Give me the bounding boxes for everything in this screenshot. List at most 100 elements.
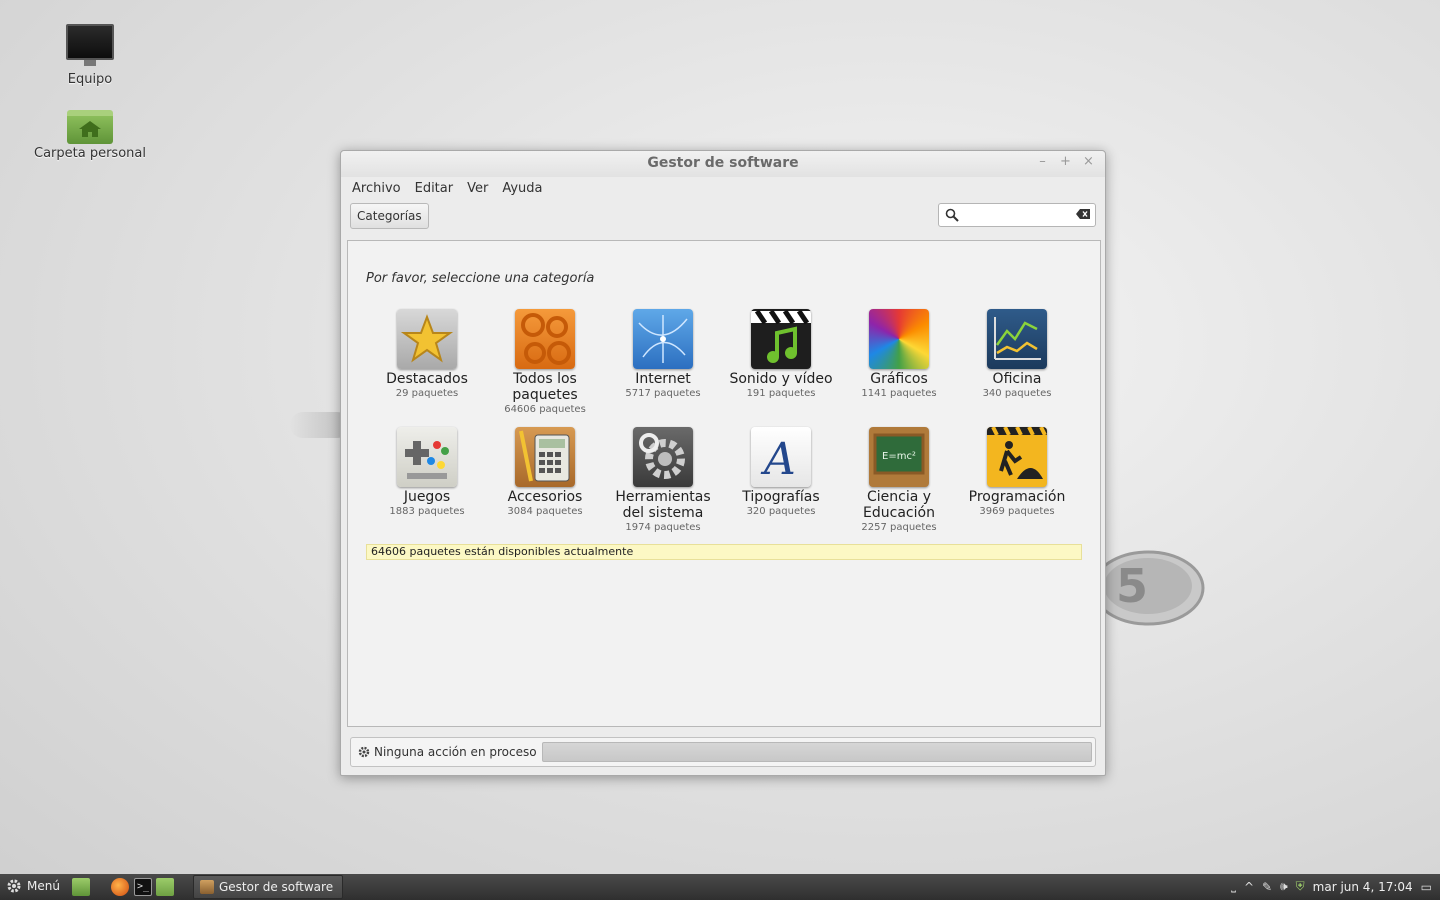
- category-name: Ciencia y Educación: [863, 489, 935, 521]
- clear-search-icon[interactable]: [1075, 208, 1091, 220]
- category-oficina[interactable]: Oficina 340 paquetes: [958, 309, 1076, 401]
- category-count: 3084 paquetes: [507, 506, 583, 517]
- gamepad-icon: [397, 427, 457, 487]
- gear-icon: [358, 746, 370, 758]
- category-destacados[interactable]: Destacados 29 paquetes: [368, 309, 486, 401]
- computer-icon: [66, 24, 114, 66]
- categories-panel: Por favor, seleccione una categoría Dest…: [347, 240, 1101, 727]
- categories-button[interactable]: Categorías: [350, 203, 429, 229]
- category-count: 191 paquetes: [746, 388, 816, 399]
- category-sonido-y-video[interactable]: Sonido y vídeo 191 paquetes: [722, 309, 840, 401]
- search-input[interactable]: [963, 206, 1073, 224]
- category-programacion[interactable]: Programación 3969 paquetes: [958, 427, 1076, 519]
- terminal-icon[interactable]: >_: [134, 878, 152, 896]
- package-icon: [200, 880, 214, 894]
- software-manager-window: Gestor de software – + × Archivo Editar …: [340, 150, 1106, 776]
- category-tipografias[interactable]: A Tipografías 320 paquetes: [722, 427, 840, 519]
- menu-label: Menú: [27, 879, 60, 893]
- taskbar: Menú >_ Gestor de software ⎵ ^ ✎ 🕪 ⛨ mar…: [0, 874, 1440, 900]
- category-name: Programación: [968, 489, 1066, 505]
- firefox-icon[interactable]: [111, 878, 129, 896]
- window-title: Gestor de software: [647, 155, 799, 171]
- category-count: 2257 paquetes: [861, 522, 937, 533]
- search-icon: [945, 208, 959, 222]
- desktop-icon-carpeta-personal[interactable]: Carpeta personal: [30, 104, 150, 161]
- category-name: Juegos: [403, 489, 451, 505]
- menu-ver[interactable]: Ver: [467, 181, 488, 196]
- category-accesorios[interactable]: Accesorios 3084 paquetes: [486, 427, 604, 519]
- close-button[interactable]: ×: [1082, 155, 1095, 169]
- minimize-button[interactable]: –: [1036, 155, 1049, 169]
- category-name: Accesorios: [507, 489, 583, 505]
- category-count: 29 paquetes: [395, 388, 459, 399]
- category-count: 1141 paquetes: [861, 388, 937, 399]
- category-count: 64606 paquetes: [504, 404, 586, 415]
- menu-archivo[interactable]: Archivo: [352, 181, 401, 196]
- files-icon[interactable]: [156, 878, 174, 896]
- taskbar-item-label: Gestor de software: [219, 880, 334, 894]
- category-name: Destacados: [386, 371, 468, 387]
- category-count: 3969 paquetes: [979, 506, 1055, 517]
- maximize-button[interactable]: +: [1059, 155, 1072, 169]
- status-footer: Ninguna acción en proceso: [350, 737, 1096, 767]
- svg-text:5: 5: [1116, 559, 1148, 613]
- calculator-icon: [515, 427, 575, 487]
- construction-icon: [987, 427, 1047, 487]
- menu-ayuda[interactable]: Ayuda: [502, 181, 542, 196]
- svg-text:A: A: [760, 434, 796, 485]
- desktop-icon-label: Equipo: [67, 72, 113, 87]
- category-herramientas-del-sistema[interactable]: Herramientas del sistema 1974 paquetes: [604, 427, 722, 535]
- chalkboard-icon: E=mc²: [869, 427, 929, 487]
- category-name: Sonido y vídeo: [729, 371, 833, 387]
- select-category-prompt: Por favor, seleccione una categoría: [366, 271, 595, 286]
- font-icon: A: [751, 427, 811, 487]
- svg-text:E=mc²: E=mc²: [882, 451, 916, 462]
- menu-editar[interactable]: Editar: [415, 181, 454, 196]
- volume-icon[interactable]: 🕪: [1280, 879, 1288, 894]
- system-gear-icon: [633, 427, 693, 487]
- available-packages-message: 64606 paquetes están disponibles actualm…: [366, 544, 1082, 560]
- chart-icon: [987, 309, 1047, 369]
- category-ciencia-y-educacion[interactable]: E=mc² Ciencia y Educación 2257 paquetes: [840, 427, 958, 535]
- home-folder-icon: [67, 110, 113, 144]
- status-text: Ninguna acción en proceso: [374, 745, 537, 759]
- star-icon: [397, 309, 457, 369]
- desktop-icon-equipo[interactable]: Equipo: [30, 24, 150, 87]
- category-name: Herramientas del sistema: [615, 489, 711, 521]
- category-name: Internet: [635, 371, 691, 387]
- window-titlebar[interactable]: Gestor de software – + ×: [341, 151, 1105, 177]
- category-count: 5717 paquetes: [625, 388, 701, 399]
- category-graficos[interactable]: Gráficos 1141 paquetes: [840, 309, 958, 401]
- network-icon[interactable]: ▭: [1421, 880, 1432, 894]
- search-box[interactable]: [938, 203, 1096, 227]
- category-internet[interactable]: Internet 5717 paquetes: [604, 309, 722, 401]
- clock[interactable]: mar jun 4, 17:04: [1313, 880, 1413, 894]
- category-name: Gráficos: [870, 371, 928, 387]
- menu-button[interactable]: Menú: [6, 878, 60, 894]
- taskbar-item-software-manager[interactable]: Gestor de software: [193, 875, 343, 899]
- category-count: 320 paquetes: [746, 506, 816, 517]
- globe-icon: [633, 309, 693, 369]
- gear-icon: [7, 879, 21, 893]
- desktop-icon-label: Carpeta personal: [34, 146, 146, 161]
- show-desktop-icon[interactable]: [72, 878, 90, 896]
- category-name: Oficina: [992, 371, 1042, 387]
- category-count: 340 paquetes: [982, 388, 1052, 399]
- category-todos-los-paquetes[interactable]: Todos los paquetes 64606 paquetes: [486, 309, 604, 417]
- menubar: Archivo Editar Ver Ayuda: [341, 177, 1105, 199]
- category-count: 1883 paquetes: [389, 506, 465, 517]
- keyboard-icon[interactable]: ⎵: [1231, 879, 1236, 894]
- shield-icon[interactable]: ⛨: [1296, 879, 1305, 894]
- color-wheel-icon: [869, 309, 929, 369]
- category-name: Todos los paquetes: [512, 371, 578, 403]
- chevron-up-icon[interactable]: ^: [1244, 880, 1254, 894]
- pen-icon[interactable]: ✎: [1262, 880, 1272, 894]
- progress-bar: [542, 742, 1092, 762]
- category-name: Tipografías: [742, 489, 820, 505]
- category-juegos[interactable]: Juegos 1883 paquetes: [368, 427, 486, 519]
- category-count: 1974 paquetes: [625, 522, 701, 533]
- toolbar: Categorías: [341, 199, 1105, 235]
- clapperboard-icon: [751, 309, 811, 369]
- mint-15-logo: 5: [1098, 550, 1205, 626]
- system-tray: ⎵ ^ ✎ 🕪 ⛨ mar jun 4, 17:04 ▭: [1231, 879, 1432, 894]
